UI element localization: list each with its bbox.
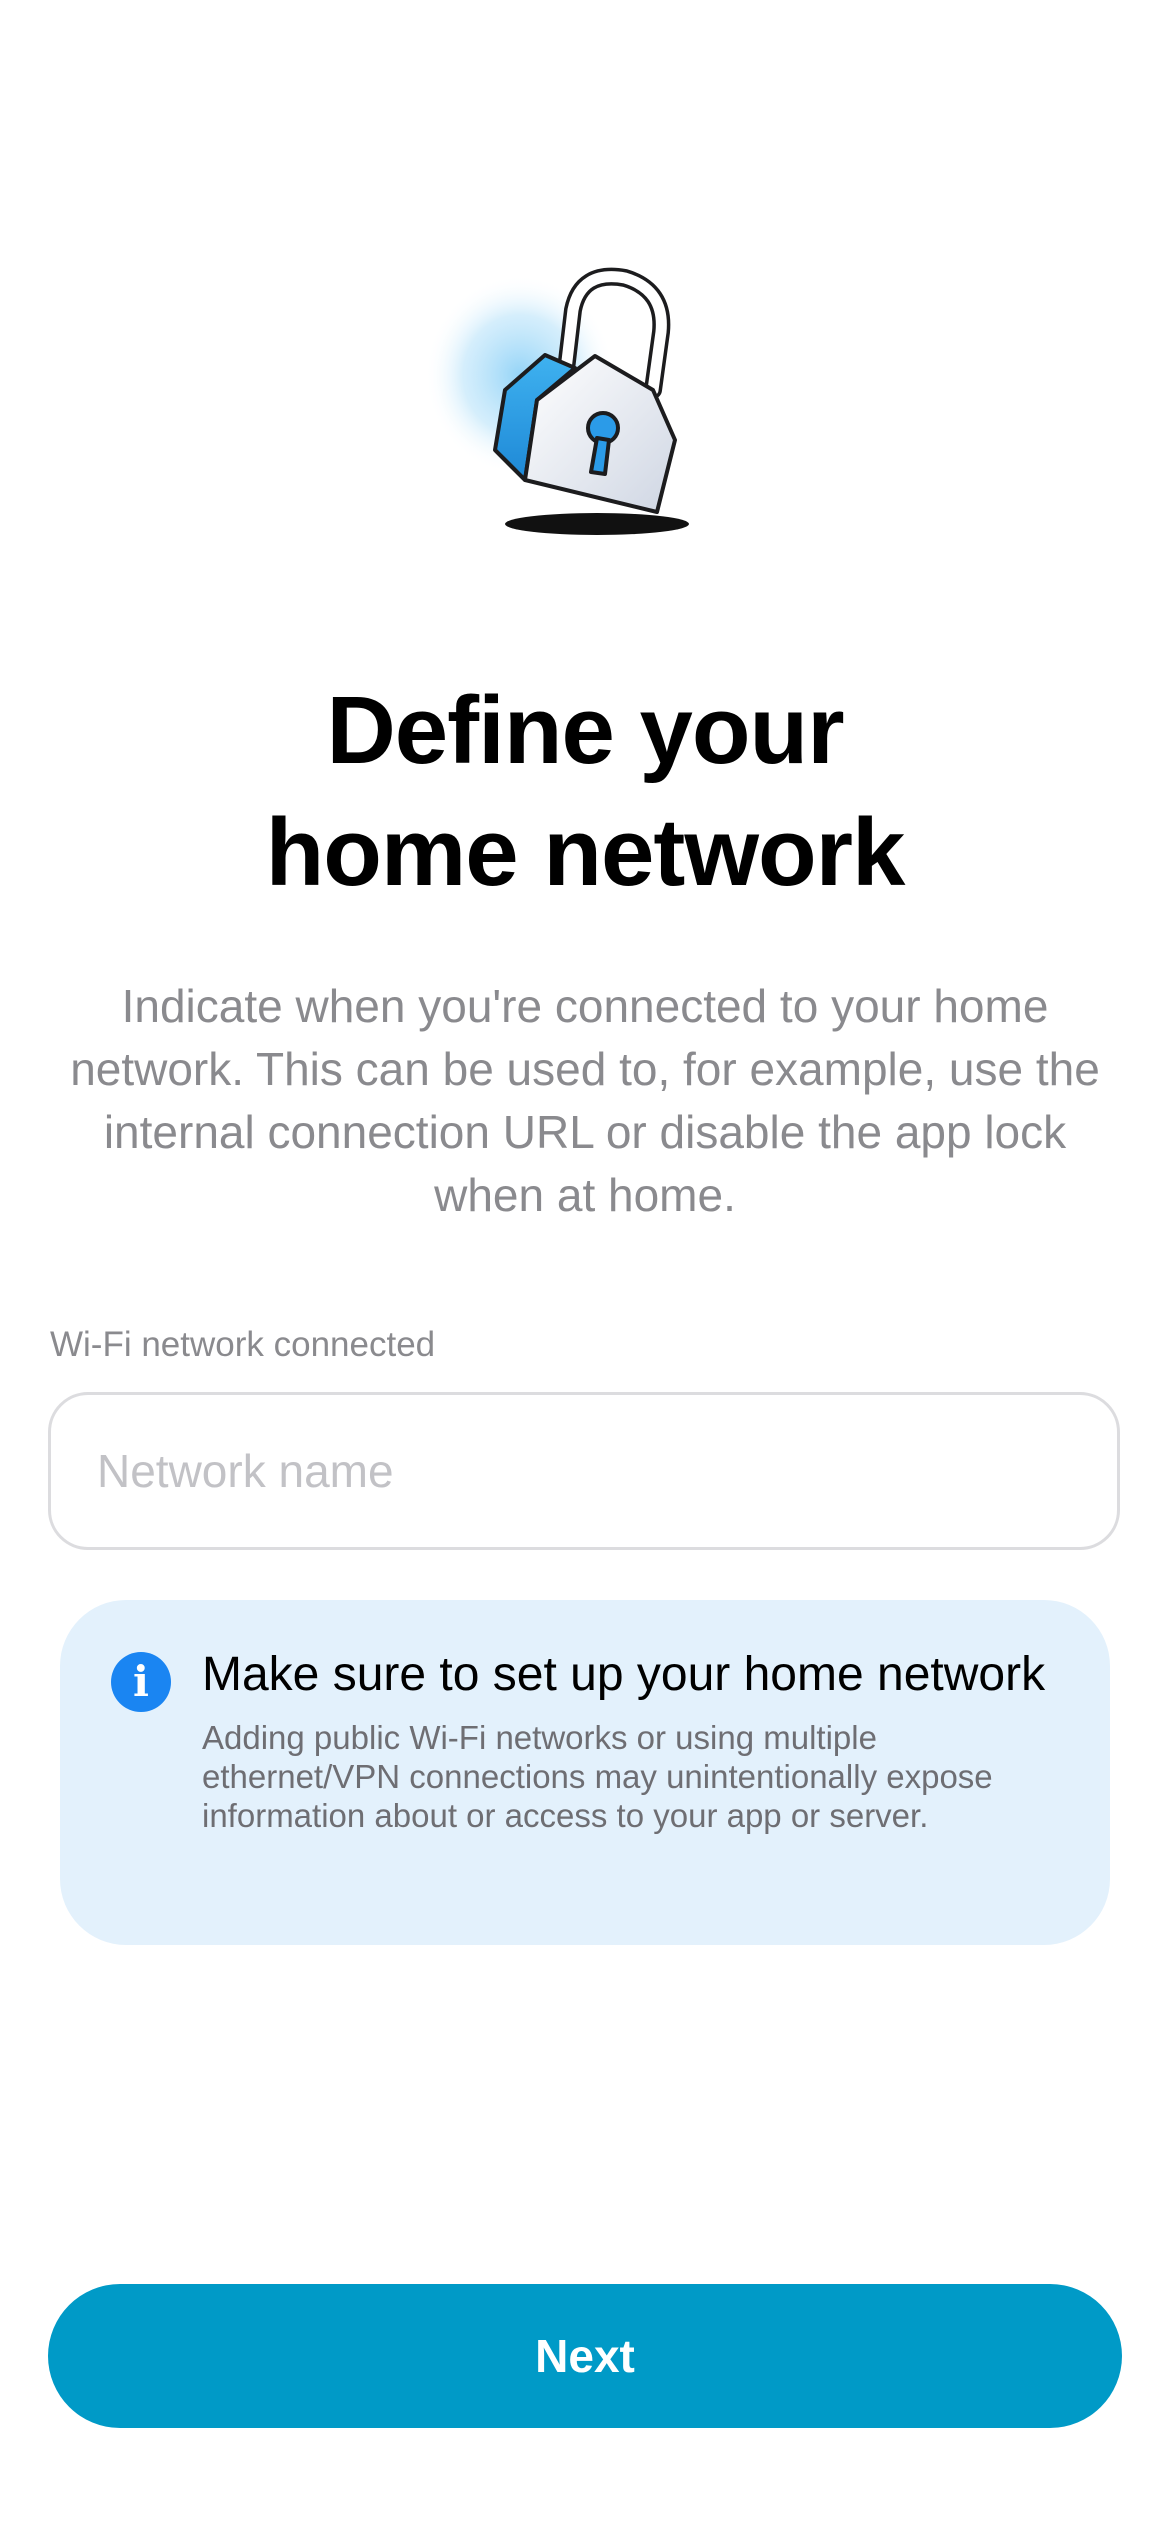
info-icon: i: [111, 1652, 171, 1712]
info-title: Make sure to set up your home network: [202, 1648, 1046, 1701]
page-title-line-2: home network: [265, 799, 906, 906]
info-card: i Make sure to set up your home network …: [60, 1600, 1110, 1945]
padlock-illustration: [425, 250, 745, 550]
network-name-input[interactable]: [48, 1392, 1120, 1550]
info-body: Adding public Wi-Fi networks or using mu…: [202, 1719, 993, 1834]
page-title: Define your home network: [85, 670, 1085, 914]
padlock-icon: [425, 267, 689, 535]
page-title-line-1: Define your: [326, 677, 844, 784]
wifi-field-label: Wi-Fi network connected: [50, 1325, 436, 1364]
next-button[interactable]: Next: [48, 2284, 1122, 2428]
page-description: Indicate when you're connected to your h…: [70, 980, 1100, 1221]
